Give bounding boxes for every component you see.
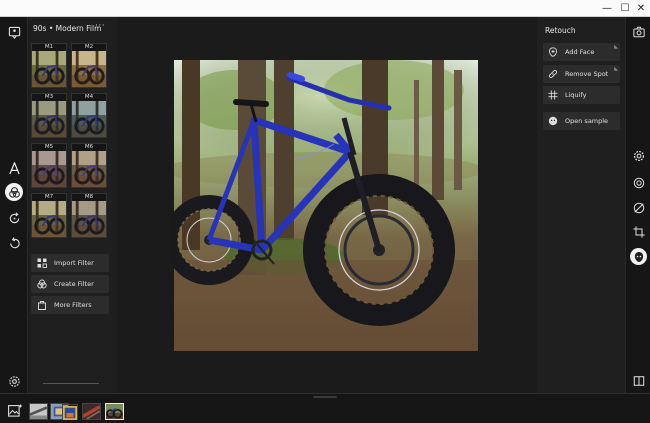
blur-icon[interactable] [630,199,647,216]
import-filter-button[interactable]: Import Filter [31,254,109,272]
text-icon[interactable] [5,159,23,177]
filter-preview-image [72,201,106,237]
filter-preview-image [72,151,106,187]
filter-thumbnail-m5[interactable]: M5 [31,143,67,188]
minimize-button[interactable]: — [598,0,616,17]
filter-thumbnail-m8[interactable]: M8 [71,193,107,238]
filter-thumbnail-label: M5 [32,144,66,151]
filter-thumbnail-m1[interactable]: M1 [31,43,67,88]
filter-preview-image [32,101,66,137]
create-filter-label: Create Filter [54,280,94,288]
more-filters-label: More Filters [54,301,92,309]
more-options-icon[interactable]: ··· [95,21,105,31]
retouch-title: Retouch [545,26,576,35]
filter-preview-image [72,51,106,87]
filter-group-title: 90s • Modern Film [33,24,102,33]
gallery-icon[interactable] [8,404,22,417]
left-toolbar [0,17,28,393]
thumbnail-image [29,404,48,419]
filter-panel: 90s • Modern Film ··· M1 M2 M3 M4 M5 M6 … [29,17,117,393]
vignette-icon[interactable] [630,174,647,191]
store-icon [38,301,46,310]
resize-handle[interactable] [313,396,337,398]
thumbnail-image [63,406,77,420]
filmstrip-thumbnail[interactable] [82,403,101,420]
filter-thumbnail-m2[interactable]: M2 [71,43,107,88]
import-filter-label: Import Filter [54,259,94,267]
filter-thumbnail-label: M1 [32,44,66,51]
face-icon [549,47,557,57]
create-filter-button[interactable]: Create Filter [31,275,109,293]
liquify-label: Liquify [565,91,587,99]
filter-thumbnail-label: M6 [72,144,106,151]
retouch-icon[interactable] [630,248,647,265]
corner-marker: ◣ [614,66,618,72]
filmstrip-thumbnail[interactable] [62,404,78,420]
photo-fat-bike [174,60,478,351]
crop-icon[interactable] [630,223,647,240]
import-icon [37,258,47,268]
compare-icon[interactable] [630,372,647,389]
filmstrip-bar [0,393,650,423]
filter-thumbnail-m3[interactable]: M3 [31,93,67,138]
thumbnail-image [82,404,101,420]
retouch-panel: Retouch Add Face ◣ Remove Spot ◣ Liquify… [537,17,625,393]
adjust-icon[interactable] [630,147,647,164]
add-face-label: Add Face [565,48,595,56]
rotate-icon[interactable] [5,209,23,227]
filter-thumbnail-label: M2 [72,44,106,51]
liquify-button[interactable]: Liquify [543,86,620,104]
create-filter-icon [37,279,47,289]
remove-spot-button[interactable]: Remove Spot ◣ [543,65,620,83]
filter-preview-image [32,201,66,237]
filter-thumbnail-label: M8 [72,194,106,201]
settings-icon[interactable] [5,372,23,390]
filter-thumbnail-m6[interactable]: M6 [71,143,107,188]
panel-scrollbar[interactable] [43,383,99,384]
filter-thumbnail-label: M3 [32,94,66,101]
filter-thumbnail-label: M4 [72,94,106,101]
undo-icon[interactable] [5,234,23,252]
remove-spot-label: Remove Spot [565,70,609,78]
image-canvas [117,17,537,393]
feedback-icon[interactable] [5,23,23,41]
filter-thumbnail-label: M7 [32,194,66,201]
filmstrip-thumbnail[interactable] [29,403,48,420]
filmstrip-thumbnail-selected[interactable] [105,403,124,420]
more-filters-button[interactable]: More Filters [31,296,109,314]
filter-thumbnail-m4[interactable]: M4 [71,93,107,138]
close-button[interactable]: ✕ [632,0,650,17]
camera-icon[interactable] [630,23,647,40]
add-face-button[interactable]: Add Face ◣ [543,43,620,61]
open-sample-label: Open sample [565,117,609,125]
open-sample-button[interactable]: Open sample [543,112,620,130]
filter-preview-image [32,151,66,187]
filter-preview-image [32,51,66,87]
filter-thumbnail-m7[interactable]: M7 [31,193,67,238]
grid-icon [548,90,558,100]
right-toolbar [625,17,650,393]
bandage-icon [548,69,558,79]
filters-icon[interactable] [5,183,23,201]
corner-marker: ◣ [614,44,618,50]
filter-preview-image [72,101,106,137]
title-bar: — ☐ ✕ [0,0,650,17]
sample-face-icon [548,116,558,126]
thumbnail-image [106,404,123,419]
